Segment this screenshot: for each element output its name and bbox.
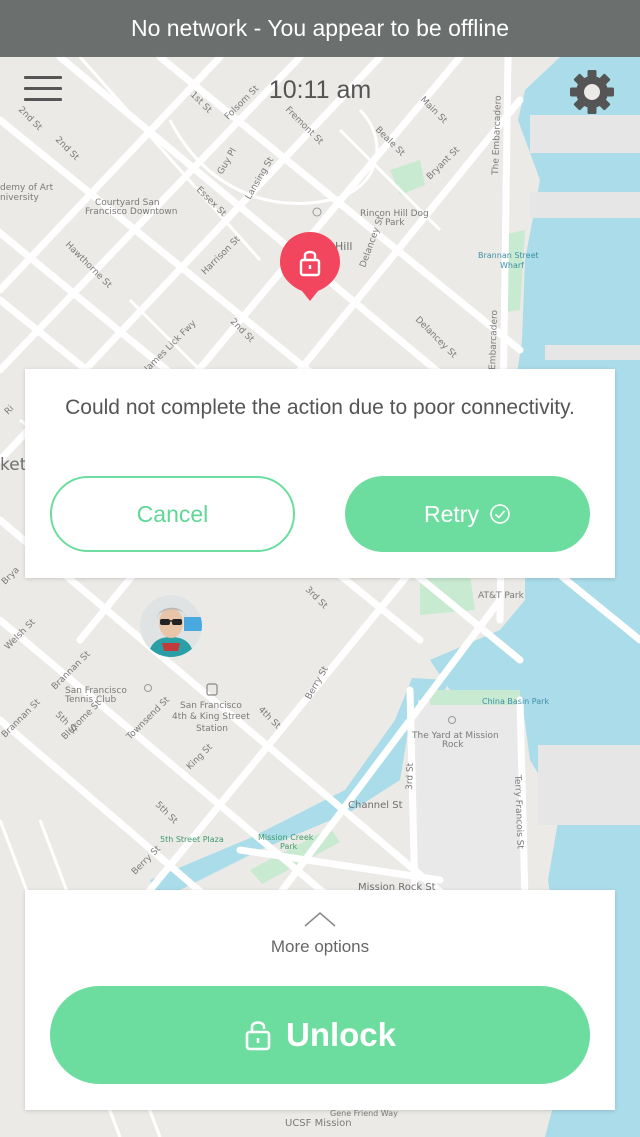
check-circle-icon: [490, 504, 510, 524]
svg-text:Tennis Club: Tennis Club: [64, 695, 116, 705]
svg-text:Wharf: Wharf: [500, 261, 524, 270]
svg-text:ket: ket: [0, 455, 27, 475]
svg-text:Embarcadero: Embarcadero: [488, 309, 500, 370]
svg-text:Brannan Street: Brannan Street: [478, 251, 539, 260]
svg-text:niversity: niversity: [0, 193, 39, 203]
lock-icon: [245, 1021, 271, 1051]
user-avatar[interactable]: [140, 595, 202, 657]
svg-text:5th Street Plaza: 5th Street Plaza: [160, 835, 224, 844]
gear-icon: [570, 70, 614, 114]
svg-text:Rock: Rock: [442, 740, 464, 750]
svg-text:Park: Park: [280, 842, 298, 851]
svg-text:UCSF Mission: UCSF Mission: [285, 1118, 352, 1129]
svg-text:3rd St: 3rd St: [405, 762, 416, 790]
cancel-label: Cancel: [136, 500, 209, 527]
bottom-action-panel: More options Unlock: [25, 890, 615, 1110]
settings-button[interactable]: [568, 68, 616, 116]
svg-text:Park: Park: [385, 218, 405, 228]
svg-text:Station: Station: [196, 724, 228, 734]
svg-text:AT&T Park: AT&T Park: [478, 591, 525, 601]
retry-button[interactable]: Retry: [345, 476, 590, 552]
dialog-message: Could not complete the action due to poo…: [65, 396, 575, 419]
svg-text:Francisco Downtown: Francisco Downtown: [85, 207, 178, 217]
more-options-label: More options: [270, 937, 370, 956]
chevron-up-icon: [304, 912, 336, 927]
offline-banner: No network - You appear to be offline: [0, 0, 640, 57]
retry-label: Retry: [424, 500, 479, 527]
svg-text:Gene Friend Way: Gene Friend Way: [330, 1109, 398, 1118]
svg-text:4th & King Street: 4th & King Street: [172, 712, 250, 722]
svg-text:Mission Creek: Mission Creek: [258, 833, 314, 842]
connectivity-error-dialog: Could not complete the action due to poo…: [25, 369, 615, 578]
svg-text:China Basin Park: China Basin Park: [482, 697, 549, 706]
lock-location-pin[interactable]: [278, 230, 342, 302]
svg-text:San Francisco: San Francisco: [180, 701, 242, 711]
svg-text:Channel St: Channel St: [348, 800, 403, 811]
unlock-button[interactable]: Unlock: [50, 986, 590, 1084]
more-options-toggle[interactable]: More options: [25, 910, 615, 957]
svg-text:demy of Art: demy of Art: [0, 183, 54, 193]
unlock-label: Unlock: [285, 1016, 397, 1053]
cancel-button[interactable]: Cancel: [50, 476, 295, 552]
current-time: 10:11 am: [268, 76, 372, 104]
